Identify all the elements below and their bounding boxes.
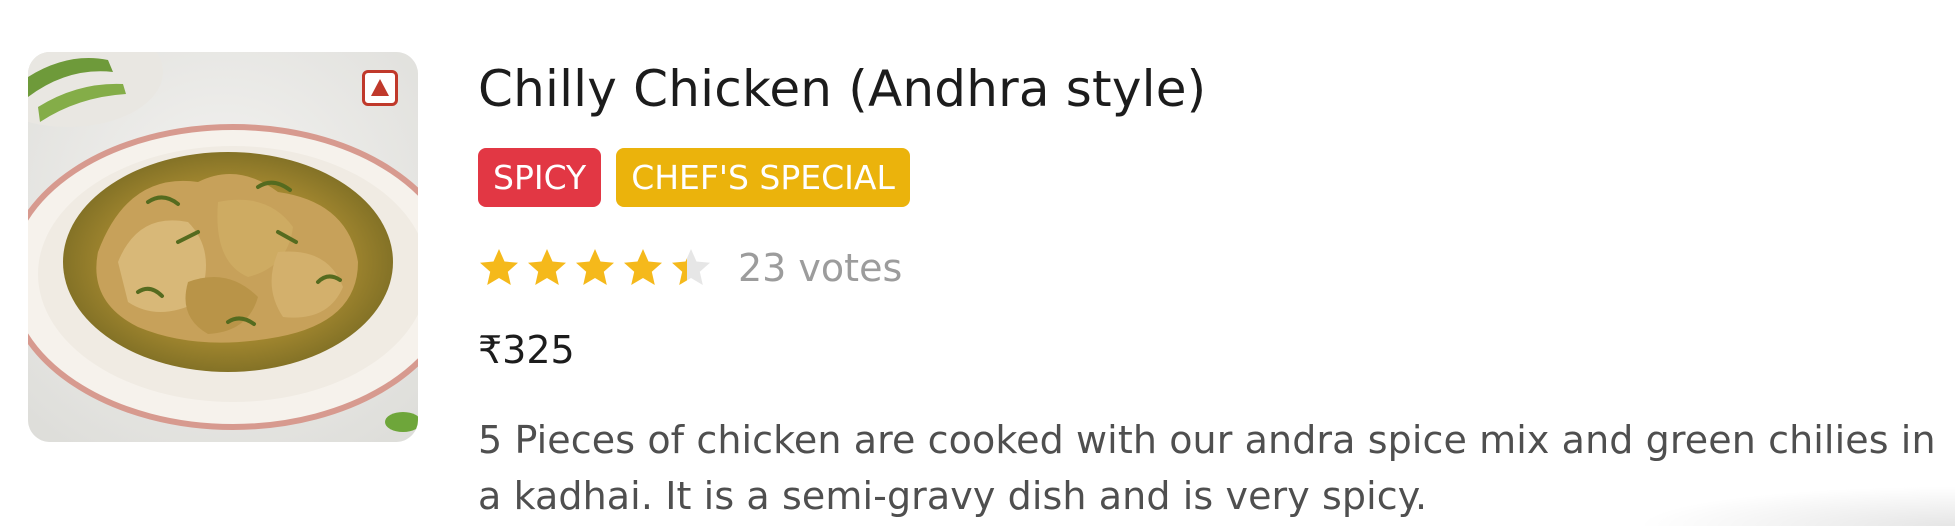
rating: 23 votes	[478, 246, 902, 290]
dish-title: Chilly Chicken (Andhra style)	[478, 60, 1207, 118]
dish-tags: SPICY CHEF'S SPECIAL	[478, 148, 910, 207]
tag-chefs-special: CHEF'S SPECIAL	[616, 148, 910, 207]
star-icon	[624, 249, 662, 285]
star-icon	[528, 249, 566, 285]
non-veg-marker-icon	[362, 70, 398, 106]
dish-price: ₹325	[478, 328, 575, 372]
dish-description: 5 Pieces of chicken are cooked with our …	[478, 418, 1936, 518]
star-icon	[672, 249, 710, 285]
votes-count: 23 votes	[738, 246, 903, 290]
star-icon	[480, 249, 518, 285]
food-photo-icon	[28, 52, 418, 442]
dish-image[interactable]	[28, 52, 418, 442]
star-icon	[576, 249, 614, 285]
menu-item-card[interactable]: Chilly Chicken (Andhra style) SPICY CHEF…	[0, 0, 1955, 526]
tag-spicy: SPICY	[478, 148, 602, 207]
star-rating	[478, 247, 712, 289]
